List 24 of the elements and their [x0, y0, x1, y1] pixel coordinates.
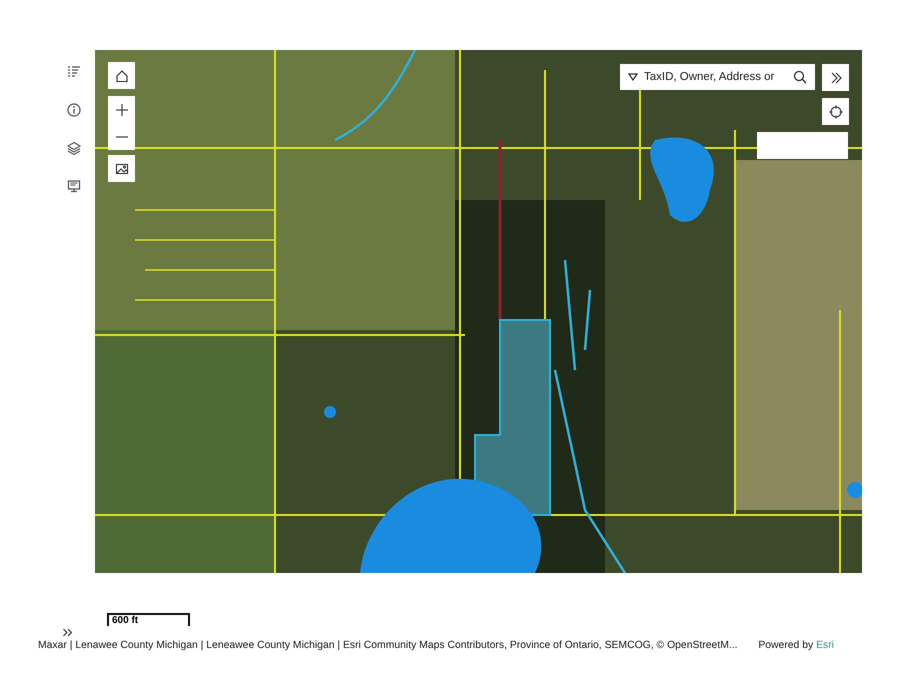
list-icon[interactable] — [67, 65, 81, 79]
minus-icon — [114, 136, 128, 138]
basemap-button[interactable] — [108, 155, 135, 182]
plus-icon — [114, 102, 128, 116]
double-chevron-icon — [828, 70, 842, 84]
search-input[interactable]: TaxID, Owner, Address or — [644, 71, 787, 83]
expand-button[interactable] — [822, 64, 849, 91]
powered-by-text: Powered by — [758, 640, 814, 651]
double-chevron-icon[interactable] — [62, 628, 74, 636]
attribution-text: Maxar | Lenawee County Michigan | Leneawee County Michigan | Esri Community Maps Contributors, Province of Ontario, SEMCOG, © OpenStreetM... — [38, 640, 738, 651]
image-icon — [114, 162, 128, 176]
search-icon[interactable] — [793, 70, 807, 84]
esri-link[interactable]: Esri — [816, 640, 834, 651]
screen-icon[interactable] — [67, 179, 81, 193]
search-field[interactable]: TaxID, Owner, Address or — [620, 64, 815, 90]
satellite-map[interactable]: TaxID, Owner, Address or — [95, 50, 862, 573]
home-button[interactable] — [108, 62, 135, 89]
scale-label: 600 ft — [111, 615, 138, 626]
home-icon — [114, 68, 128, 82]
dropdown-caret-icon — [628, 73, 638, 81]
crosshair-icon — [828, 104, 842, 118]
locate-button[interactable] — [822, 98, 849, 125]
info-icon[interactable] — [67, 103, 81, 117]
layers-icon[interactable] — [67, 141, 81, 155]
